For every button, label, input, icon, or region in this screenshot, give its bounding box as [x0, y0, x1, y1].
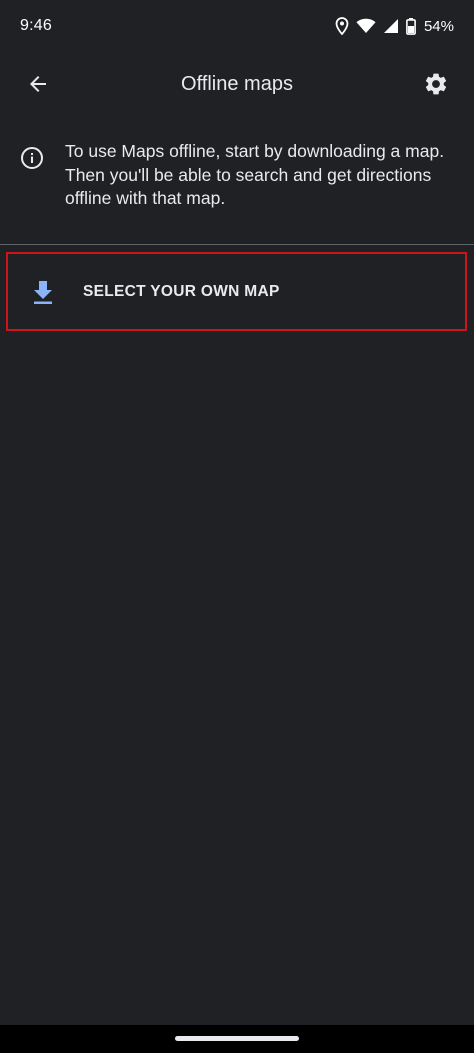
- gear-icon: [425, 73, 447, 95]
- status-bar: 9:46 54%: [0, 0, 474, 52]
- divider: [0, 244, 474, 245]
- info-icon: [21, 147, 43, 169]
- select-map-label: SELECT YOUR OWN MAP: [83, 282, 280, 300]
- signal-icon: [383, 18, 399, 34]
- arrow-back-icon: [30, 76, 46, 92]
- wifi-icon: [356, 18, 376, 34]
- info-text: To use Maps offline, start by downloadin…: [65, 141, 445, 208]
- location-icon: [335, 17, 349, 35]
- battery-icon: [406, 17, 416, 35]
- battery-percent: 54%: [423, 17, 454, 35]
- select-your-own-map-button[interactable]: SELECT YOUR OWN MAP: [6, 252, 467, 331]
- status-icons: 54%: [335, 17, 454, 35]
- navigation-bar: [0, 1025, 474, 1053]
- offline-maps-screen: 9:46 54% Offline maps To use Maps offlin…: [0, 0, 474, 1053]
- top-app-bar: Offline maps: [0, 52, 474, 116]
- page-title: Offline maps: [181, 73, 293, 95]
- settings-button[interactable]: [412, 60, 460, 108]
- back-button[interactable]: [14, 60, 62, 108]
- status-time: 9:46: [20, 17, 52, 34]
- home-gesture-handle[interactable]: [175, 1036, 299, 1041]
- offline-info-message: To use Maps offline, start by downloadin…: [0, 140, 474, 211]
- download-icon: [34, 280, 52, 304]
